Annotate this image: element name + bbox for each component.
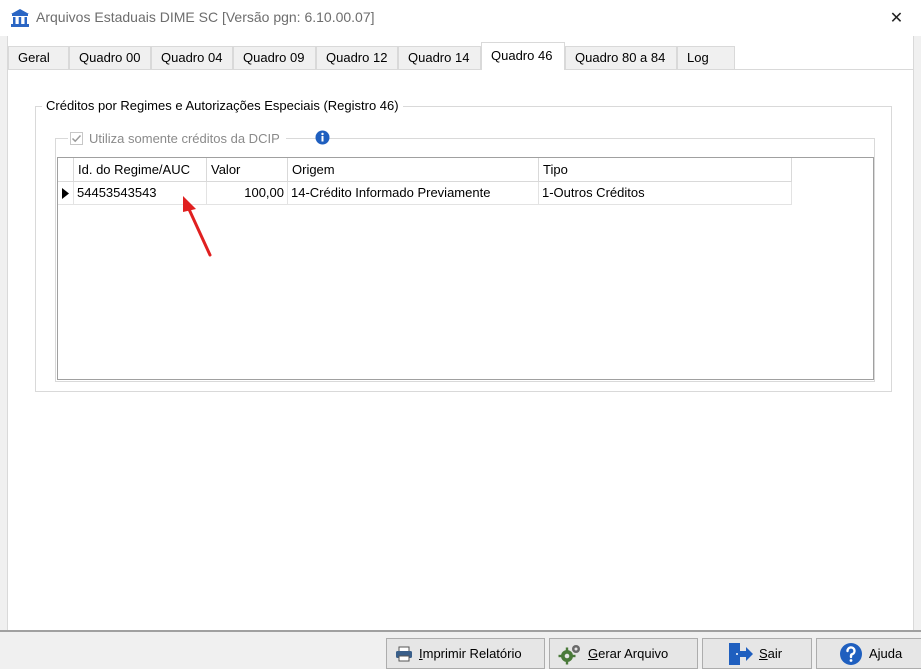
close-button[interactable]: ✕	[872, 0, 921, 36]
generate-file-button[interactable]: Gerar Arquivo	[549, 638, 698, 669]
column-header-tipo[interactable]: Tipo	[539, 158, 792, 182]
generate-file-label: erar Arquivo	[598, 646, 669, 661]
tab-log[interactable]: Log	[677, 46, 735, 69]
grid-indicator-header	[58, 158, 74, 182]
tab-quadro-04[interactable]: Quadro 04	[151, 46, 233, 69]
cell-origem[interactable]: 14-Crédito Informado Previamente	[288, 182, 539, 205]
row-indicator[interactable]	[58, 182, 74, 205]
tab-strip: Geral Quadro 00 Quadro 04 Quadro 09 Quad…	[8, 42, 913, 70]
printer-icon	[395, 646, 413, 662]
dcip-checkbox[interactable]	[70, 131, 83, 145]
help-icon	[839, 642, 863, 666]
info-icon[interactable]	[315, 130, 330, 145]
exit-door-icon	[727, 642, 753, 666]
group-title: Créditos por Regimes e Autorizações Espe…	[42, 98, 403, 113]
tab-quadro-14[interactable]: Quadro 14	[398, 46, 481, 69]
exit-button[interactable]: Sair	[702, 638, 812, 669]
gears-icon	[558, 643, 582, 665]
cell-valor[interactable]: 100,00	[207, 182, 288, 205]
close-icon: ✕	[889, 10, 904, 27]
regime-grid[interactable]: Id. do Regime/AUC Valor Origem Tipo 5445…	[57, 157, 874, 380]
checkmark-icon	[71, 134, 82, 142]
column-header-origem[interactable]: Origem	[288, 158, 539, 182]
dcip-checkbox-row[interactable]: Utiliza somente créditos da DCIP	[68, 129, 286, 147]
tab-quadro-80-a-84[interactable]: Quadro 80 a 84	[565, 46, 677, 69]
window-frame-right	[913, 36, 921, 632]
tab-quadro-09[interactable]: Quadro 09	[233, 46, 316, 69]
cell-tipo[interactable]: 1-Outros Créditos	[539, 182, 792, 205]
building-icon	[10, 8, 30, 28]
current-row-triangle-icon	[62, 187, 69, 199]
tab-quadro-46[interactable]: Quadro 46	[481, 42, 565, 70]
tab-quadro-00[interactable]: Quadro 00	[69, 46, 151, 69]
window-title: Arquivos Estaduais DIME SC [Versão pgn: …	[36, 9, 375, 25]
print-report-button[interactable]: Imprimir Relatório	[386, 638, 545, 669]
exit-label: air	[767, 646, 783, 661]
print-report-label: mprimir Relatório	[422, 646, 522, 661]
column-header-id-regime[interactable]: Id. do Regime/AUC	[74, 158, 207, 182]
dcip-checkbox-label: Utiliza somente créditos da DCIP	[89, 130, 280, 146]
tab-quadro-12[interactable]: Quadro 12	[316, 46, 398, 69]
help-button[interactable]: Ajuda	[816, 638, 921, 669]
window-frame-left	[0, 36, 8, 632]
help-label: Ajuda	[869, 646, 903, 661]
generate-file-mnemonic: G	[588, 646, 599, 661]
tab-geral[interactable]: Geral	[8, 46, 69, 69]
column-header-valor[interactable]: Valor	[207, 158, 288, 182]
exit-mnemonic: S	[759, 646, 768, 661]
annotation-arrow-icon	[178, 193, 218, 259]
